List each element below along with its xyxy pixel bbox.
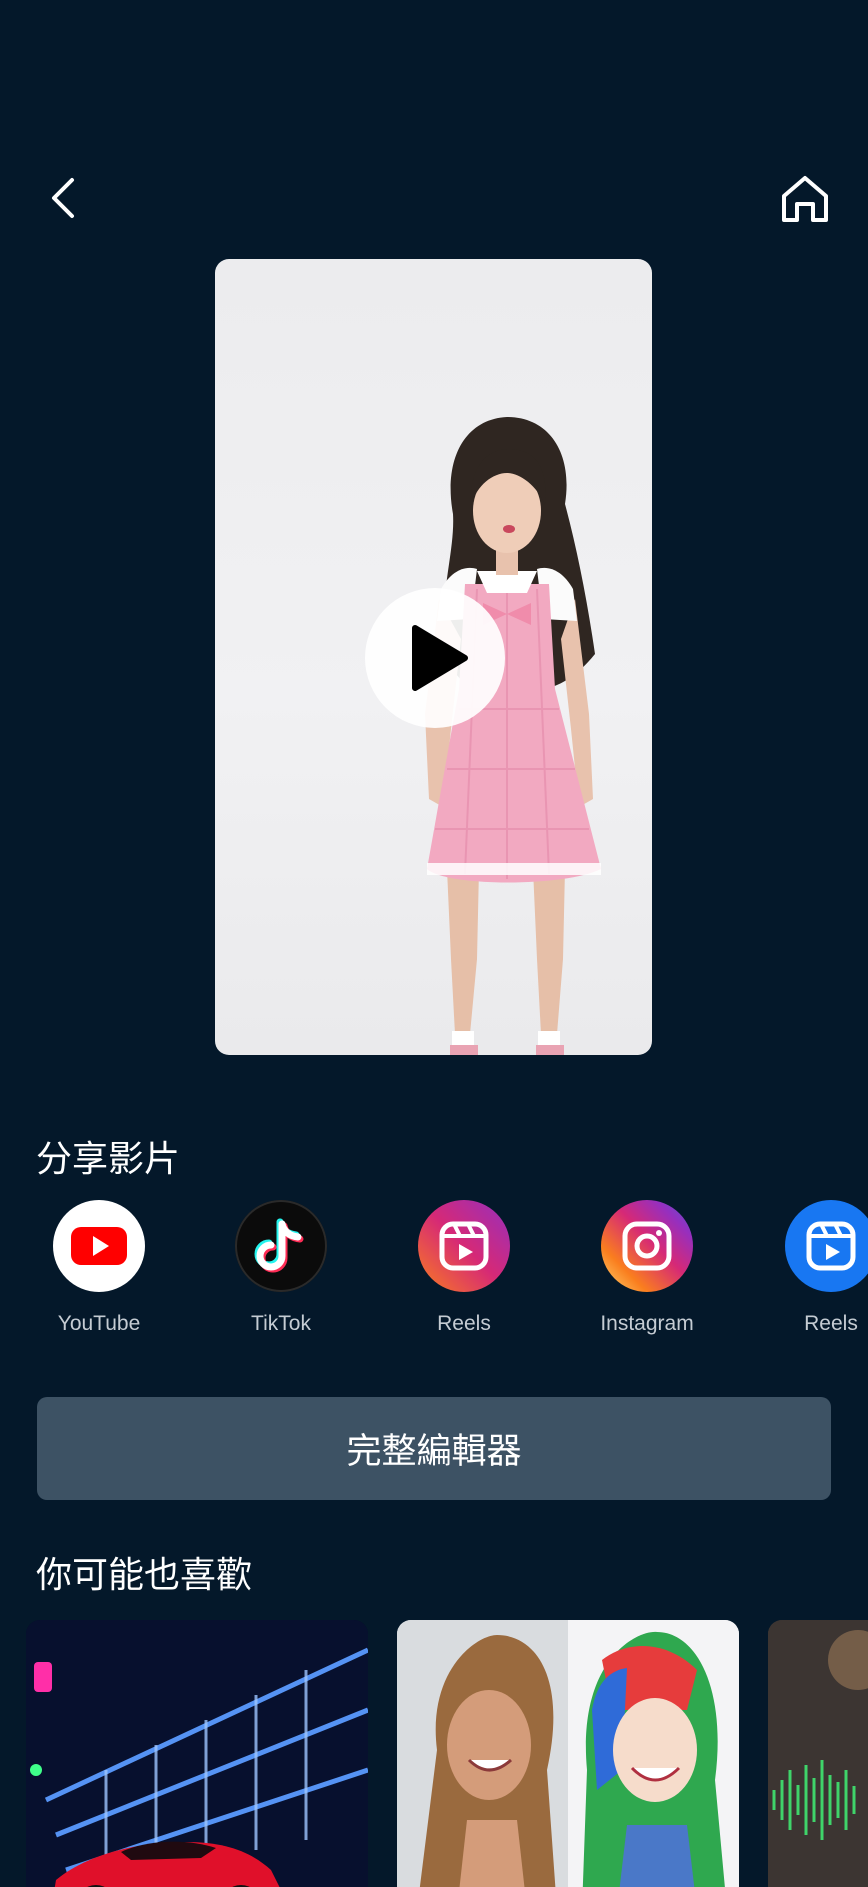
share-instagram[interactable]: Instagram: [567, 1200, 727, 1336]
instagram-icon: [601, 1200, 693, 1292]
share-instagram-reels[interactable]: Reels: [384, 1200, 544, 1336]
home-button[interactable]: [776, 168, 834, 228]
video-preview[interactable]: [215, 259, 652, 1055]
audio-wave-thumbnail: [768, 1620, 868, 1887]
recommend-card[interactable]: [26, 1620, 368, 1887]
share-title: 分享影片: [36, 1138, 181, 1179]
youtube-icon: [53, 1200, 145, 1292]
recommend-card[interactable]: [768, 1620, 868, 1887]
share-label-youtube: YouTube: [57, 1312, 141, 1335]
neon-car-thumbnail: [26, 1620, 368, 1887]
chevron-left-icon: [52, 178, 74, 218]
share-facebook-reels[interactable]: Reels: [751, 1200, 868, 1336]
full-editor-button[interactable]: 完整編輯器: [37, 1397, 831, 1500]
share-label-instagram: Instagram: [600, 1312, 694, 1335]
share-label-tiktok: TikTok: [251, 1312, 311, 1335]
facebook-reels-icon: [785, 1200, 868, 1292]
anime-portrait-thumbnail: [397, 1620, 739, 1887]
play-button[interactable]: [365, 588, 505, 728]
back-button[interactable]: [40, 168, 90, 228]
share-label-facebook-reels: Reels: [804, 1312, 858, 1335]
recommend-card[interactable]: [397, 1620, 739, 1887]
share-youtube[interactable]: YouTube: [19, 1200, 179, 1336]
tiktok-icon: [235, 1200, 327, 1292]
share-label-reels: Reels: [437, 1312, 491, 1335]
play-icon: [412, 625, 468, 691]
instagram-reels-icon: [418, 1200, 510, 1292]
recommend-title: 你可能也喜歡: [36, 1554, 253, 1595]
home-icon: [782, 176, 828, 222]
share-row[interactable]: YouTube TikTok Reels Instagram Reels: [0, 1200, 868, 1350]
recommend-row[interactable]: [0, 1620, 868, 1887]
share-tiktok[interactable]: TikTok: [201, 1200, 361, 1336]
